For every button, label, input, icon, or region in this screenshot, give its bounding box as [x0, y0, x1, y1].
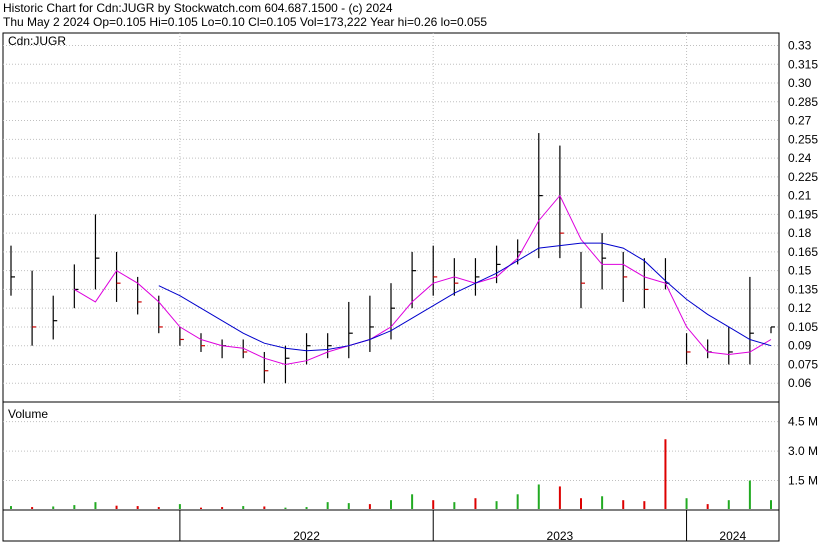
price-tick-label: 0.135: [788, 282, 818, 296]
price-tick-label: 0.27: [788, 114, 812, 128]
volume-panel-title: Volume: [8, 407, 48, 421]
price-tick-label: 0.075: [788, 357, 818, 371]
x-axis-band: [2, 509, 780, 542]
volume-tick-label: 3.0 M: [788, 444, 818, 458]
volume-axis-labels: 4.5 M 3.0 M 1.5 M: [788, 415, 818, 488]
volume-tick-label: 4.5 M: [788, 415, 818, 429]
price-axis-labels: 0.33 0.315 0.30 0.285 0.27 0.255 0.24 0.225 0.21…: [788, 39, 818, 391]
x-tick-label: 2024: [719, 529, 746, 543]
price-panel-title: Cdn:JUGR: [8, 34, 66, 48]
price-tick-label: 0.09: [788, 339, 812, 353]
price-tick-label: 0.24: [788, 151, 812, 165]
x-tick-label: 2022: [293, 529, 320, 543]
price-tick-label: 0.30: [788, 76, 812, 90]
price-panel: [2, 32, 780, 403]
price-tick-label: 0.33: [788, 39, 812, 53]
price-tick-label: 0.18: [788, 226, 812, 240]
price-tick-label: 0.195: [788, 207, 818, 221]
price-tick-label: 0.06: [788, 376, 812, 390]
price-tick-label: 0.315: [788, 57, 818, 71]
x-tick-label: 2023: [547, 529, 574, 543]
stock-chart: 0.33 0.315 0.30 0.285 0.27 0.255 0.24 0.225 0.21…: [2, 32, 818, 543]
price-tick-label: 0.105: [788, 320, 818, 334]
price-tick-label: 0.15: [788, 264, 812, 278]
volume-tick-label: 1.5 M: [788, 474, 818, 488]
price-tick-label: 0.165: [788, 245, 818, 259]
price-tick-label: 0.285: [788, 95, 818, 109]
price-tick-label: 0.225: [788, 170, 818, 184]
volume-panel: [2, 401, 780, 511]
price-tick-label: 0.12: [788, 301, 812, 315]
price-tick-label: 0.21: [788, 189, 812, 203]
price-tick-label: 0.255: [788, 132, 818, 146]
